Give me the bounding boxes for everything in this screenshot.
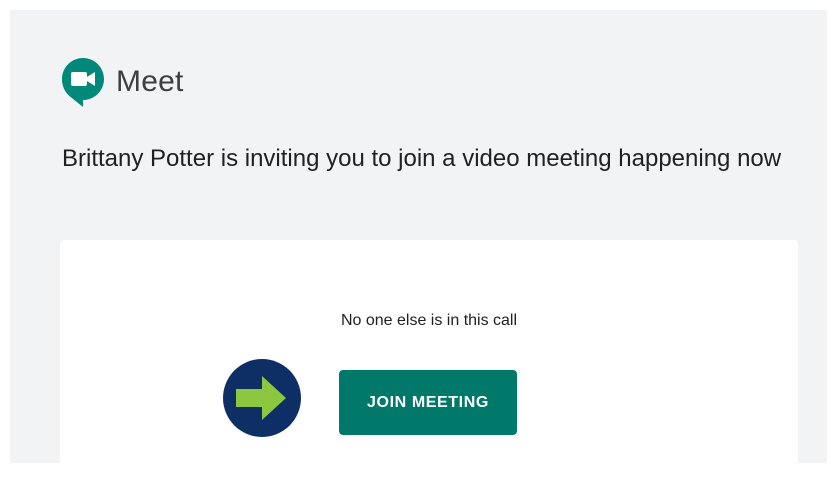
join-meeting-button[interactable]: JOIN MEETING (339, 370, 517, 435)
invitation-message: Brittany Potter is inviting you to join … (62, 145, 782, 172)
email-invite-panel: Meet Brittany Potter is inviting you to … (10, 10, 827, 480)
app-name: Meet (116, 65, 184, 98)
google-meet-logo-icon (62, 58, 104, 107)
meet-brand-header: Meet (60, 54, 184, 110)
arrow-right-icon (223, 359, 301, 437)
call-status-text: No one else is in this call (340, 312, 518, 329)
call-card: No one else is in this call JOIN MEETING (60, 240, 798, 480)
